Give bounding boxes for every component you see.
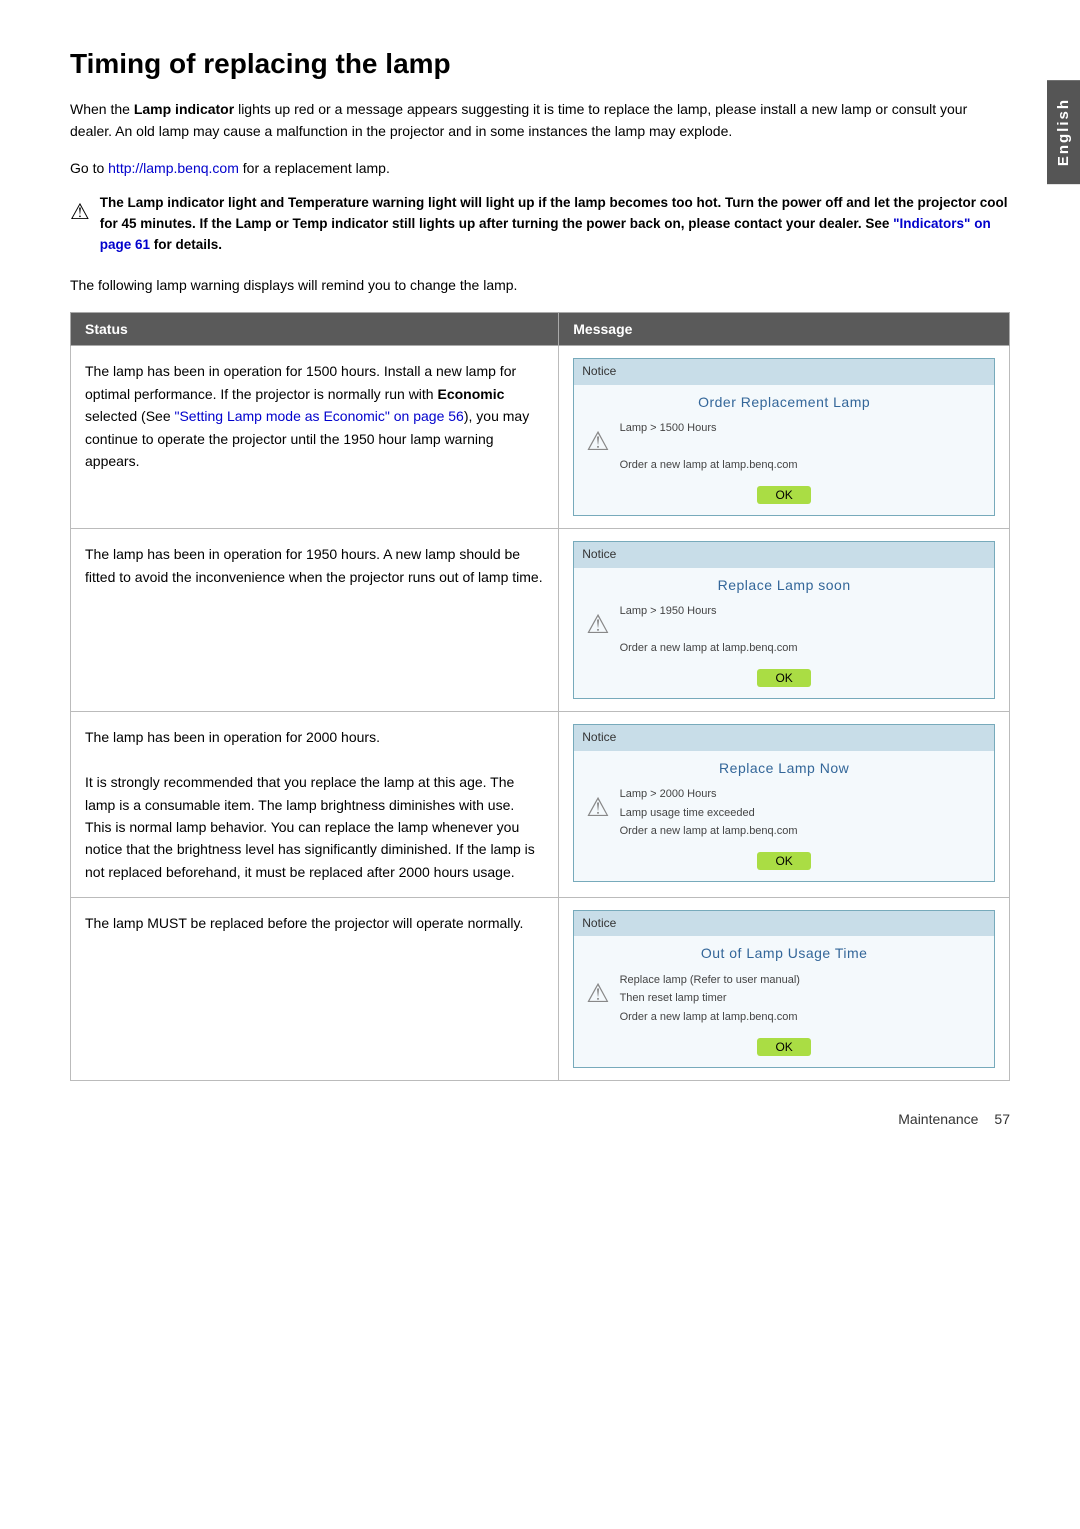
status-cell-3: The lamp has been in operation for 2000 … bbox=[71, 712, 559, 898]
dialog-line-1-2 bbox=[620, 438, 798, 457]
dialog-line-3-1: Lamp > 2000 Hours bbox=[620, 785, 798, 804]
dialog-title-4: Out of Lamp Usage Time bbox=[574, 942, 994, 964]
message-cell-2: Notice Replace Lamp soon ⚠ Lamp > 1950 H… bbox=[559, 529, 1010, 712]
notice-header-4: Notice bbox=[574, 911, 994, 936]
dialog-row-4: ⚠ Replace lamp (Refer to user manual) Th… bbox=[586, 971, 982, 1027]
notice-header-2: Notice bbox=[574, 542, 994, 567]
dialog-line-4-2: Then reset lamp timer bbox=[620, 989, 800, 1008]
following-text: The following lamp warning displays will… bbox=[70, 274, 1010, 296]
indicators-link[interactable]: "Indicators" on page 61 bbox=[100, 216, 991, 252]
lamp-warning-table: Status Message The lamp has been in oper… bbox=[70, 312, 1010, 1081]
intro-paragraph: When the Lamp indicator lights up red or… bbox=[70, 98, 1010, 143]
ok-button-3[interactable]: OK bbox=[757, 852, 810, 870]
dialog-line-2-2 bbox=[620, 621, 798, 640]
table-header-message: Message bbox=[559, 313, 1010, 346]
notice-dialog-3: Notice Replace Lamp Now ⚠ Lamp > 2000 Ho… bbox=[573, 724, 995, 882]
dialog-ok-2: OK bbox=[574, 666, 994, 688]
dialog-warning-icon-4: ⚠ bbox=[586, 973, 609, 1015]
status-cell-4: The lamp MUST be replaced before the pro… bbox=[71, 898, 559, 1081]
dialog-lines-4: Replace lamp (Refer to user manual) Then… bbox=[620, 971, 800, 1027]
dialog-content-1: ⚠ Lamp > 1500 Hours Order a new lamp at … bbox=[574, 419, 994, 475]
footer-page-number: 57 bbox=[994, 1111, 1010, 1127]
warning-icon: ⚠ bbox=[70, 195, 90, 229]
dialog-title-1: Order Replacement Lamp bbox=[574, 391, 994, 413]
status-cell-2: The lamp has been in operation for 1950 … bbox=[71, 529, 559, 712]
ok-button-4[interactable]: OK bbox=[757, 1038, 810, 1056]
ok-button-1[interactable]: OK bbox=[757, 486, 810, 504]
message-cell-4: Notice Out of Lamp Usage Time ⚠ Replace … bbox=[559, 898, 1010, 1081]
status-text-2: The lamp has been in operation for 1950 … bbox=[85, 546, 543, 584]
ok-button-2[interactable]: OK bbox=[757, 669, 810, 687]
dialog-content-4: ⚠ Replace lamp (Refer to user manual) Th… bbox=[574, 971, 994, 1027]
dialog-row-3: ⚠ Lamp > 2000 Hours Lamp usage time exce… bbox=[586, 785, 982, 841]
dialog-line-1-1: Lamp > 1500 Hours bbox=[620, 419, 798, 438]
dialog-row-2: ⚠ Lamp > 1950 Hours Order a new lamp at … bbox=[586, 602, 982, 658]
table-row: The lamp has been in operation for 1950 … bbox=[71, 529, 1010, 712]
dialog-content-3: ⚠ Lamp > 2000 Hours Lamp usage time exce… bbox=[574, 785, 994, 841]
dialog-ok-4: OK bbox=[574, 1035, 994, 1057]
status-text-4: The lamp MUST be replaced before the pro… bbox=[85, 915, 523, 931]
status-text-3b: It is strongly recommended that you repl… bbox=[85, 771, 544, 883]
status-cell-1: The lamp has been in operation for 1500 … bbox=[71, 346, 559, 529]
warning-text: The Lamp indicator light and Temperature… bbox=[100, 193, 1010, 256]
dialog-line-3-2: Lamp usage time exceeded bbox=[620, 804, 798, 823]
dialog-title-3: Replace Lamp Now bbox=[574, 757, 994, 779]
dialog-row-1: ⚠ Lamp > 1500 Hours Order a new lamp at … bbox=[586, 419, 982, 475]
dialog-line-4-3: Order a new lamp at lamp.benq.com bbox=[620, 1008, 800, 1027]
side-tab: English bbox=[1047, 80, 1080, 184]
status-text-1a: The lamp has been in operation for 1500 … bbox=[85, 363, 529, 469]
lamp-link-suffix: for a replacement lamp. bbox=[239, 160, 390, 176]
dialog-warning-icon-3: ⚠ bbox=[586, 787, 609, 829]
lamp-link-prefix: Go to bbox=[70, 160, 108, 176]
dialog-line-3-3: Order a new lamp at lamp.benq.com bbox=[620, 822, 798, 841]
table-row: The lamp has been in operation for 1500 … bbox=[71, 346, 1010, 529]
lamp-link[interactable]: http://lamp.benq.com bbox=[108, 160, 239, 176]
dialog-line-4-1: Replace lamp (Refer to user manual) bbox=[620, 971, 800, 990]
dialog-lines-2: Lamp > 1950 Hours Order a new lamp at la… bbox=[620, 602, 798, 658]
status-text-3a: The lamp has been in operation for 2000 … bbox=[85, 726, 544, 748]
dialog-ok-3: OK bbox=[574, 849, 994, 871]
dialog-content-2: ⚠ Lamp > 1950 Hours Order a new lamp at … bbox=[574, 602, 994, 658]
notice-header-1: Notice bbox=[574, 359, 994, 384]
dialog-lines-1: Lamp > 1500 Hours Order a new lamp at la… bbox=[620, 419, 798, 475]
table-row: The lamp MUST be replaced before the pro… bbox=[71, 898, 1010, 1081]
dialog-warning-icon-2: ⚠ bbox=[586, 604, 609, 646]
message-cell-3: Notice Replace Lamp Now ⚠ Lamp > 2000 Ho… bbox=[559, 712, 1010, 898]
warning-box: ⚠ The Lamp indicator light and Temperatu… bbox=[70, 193, 1010, 256]
notice-dialog-2: Notice Replace Lamp soon ⚠ Lamp > 1950 H… bbox=[573, 541, 995, 699]
setting-lamp-link[interactable]: "Setting Lamp mode as Economic" on page … bbox=[175, 408, 464, 424]
message-cell-1: Notice Order Replacement Lamp ⚠ Lamp > 1… bbox=[559, 346, 1010, 529]
dialog-ok-1: OK bbox=[574, 483, 994, 505]
dialog-lines-3: Lamp > 2000 Hours Lamp usage time exceed… bbox=[620, 785, 798, 841]
table-row: The lamp has been in operation for 2000 … bbox=[71, 712, 1010, 898]
footer-section-label: Maintenance bbox=[898, 1111, 978, 1127]
notice-dialog-4: Notice Out of Lamp Usage Time ⚠ Replace … bbox=[573, 910, 995, 1068]
page: English Timing of replacing the lamp Whe… bbox=[0, 0, 1080, 1187]
lamp-indicator-bold: Lamp indicator bbox=[134, 101, 234, 117]
dialog-line-1-3: Order a new lamp at lamp.benq.com bbox=[620, 456, 798, 475]
notice-header-3: Notice bbox=[574, 725, 994, 750]
footer: Maintenance 57 bbox=[70, 1111, 1010, 1127]
dialog-title-2: Replace Lamp soon bbox=[574, 574, 994, 596]
dialog-warning-icon-1: ⚠ bbox=[586, 421, 609, 463]
page-title: Timing of replacing the lamp bbox=[70, 48, 1010, 80]
notice-dialog-1: Notice Order Replacement Lamp ⚠ Lamp > 1… bbox=[573, 358, 995, 516]
lamp-link-paragraph: Go to http://lamp.benq.com for a replace… bbox=[70, 157, 1010, 179]
dialog-line-2-3: Order a new lamp at lamp.benq.com bbox=[620, 639, 798, 658]
dialog-line-2-1: Lamp > 1950 Hours bbox=[620, 602, 798, 621]
table-header-status: Status bbox=[71, 313, 559, 346]
